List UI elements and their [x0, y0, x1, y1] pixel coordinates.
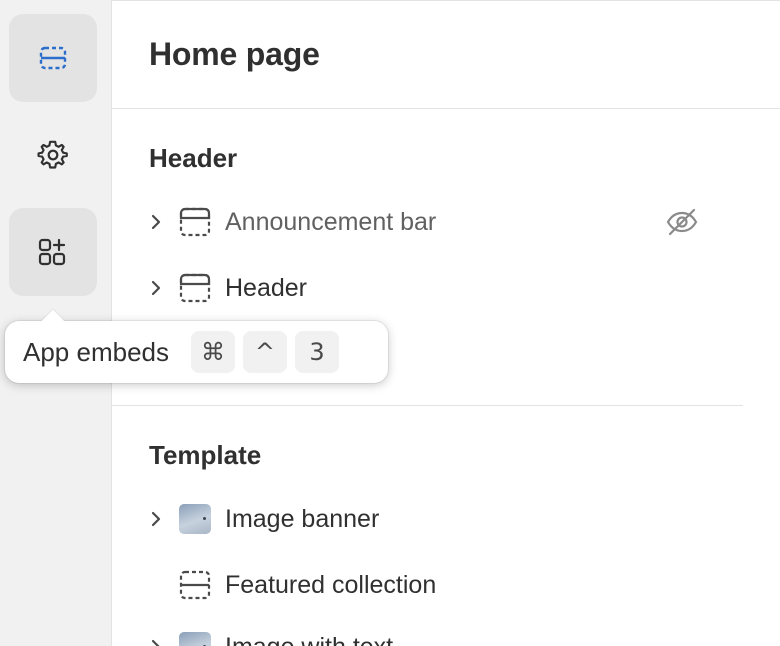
control-key: ^: [242, 331, 287, 373]
section-layout-icon: [179, 568, 213, 602]
chevron-right-icon[interactable]: [149, 497, 177, 541]
section-label: Featured collection: [225, 570, 437, 599]
section-layout-icon: [179, 271, 213, 305]
keyboard-shortcut: ⌘ ^ 3: [190, 331, 339, 373]
template-group-title: Template: [149, 440, 262, 470]
section-row-image-with-text[interactable]: Image with text: [149, 625, 709, 646]
image-thumbnail: [179, 502, 213, 536]
section-row-featured-collection[interactable]: Featured collection: [149, 563, 709, 607]
app-embeds-rail-button[interactable]: [9, 208, 97, 296]
section-layout-icon: [179, 205, 213, 239]
divider: [112, 405, 743, 406]
app-blocks-icon: [38, 238, 66, 266]
chevron-right-icon[interactable]: [149, 200, 177, 244]
section-label: Image with text: [225, 633, 393, 646]
sections-rail-button[interactable]: [9, 14, 97, 102]
section-label: Image banner: [225, 504, 380, 533]
image-thumbnail: [179, 630, 213, 646]
page-title: Home page: [149, 36, 320, 72]
app-embeds-tooltip: App embeds ⌘ ^ 3: [5, 321, 388, 383]
sections-icon: [39, 46, 67, 70]
divider: [112, 108, 780, 109]
section-row-header[interactable]: Header: [149, 266, 709, 310]
section-row-image-banner[interactable]: Image banner: [149, 497, 709, 541]
number-key: 3: [294, 331, 339, 373]
settings-rail-button[interactable]: [9, 111, 97, 199]
chevron-right-icon[interactable]: [149, 625, 177, 646]
section-label: Announcement bar: [225, 207, 437, 236]
section-label: Header: [225, 273, 307, 302]
gear-icon: [37, 140, 68, 169]
command-key: ⌘: [190, 331, 235, 373]
header-group-title: Header: [149, 143, 238, 173]
eye-slash-icon[interactable]: [665, 206, 699, 238]
section-row-announcement-bar[interactable]: Announcement bar: [149, 200, 709, 244]
tooltip-label: App embeds: [23, 336, 169, 367]
chevron-right-icon[interactable]: [149, 266, 177, 310]
